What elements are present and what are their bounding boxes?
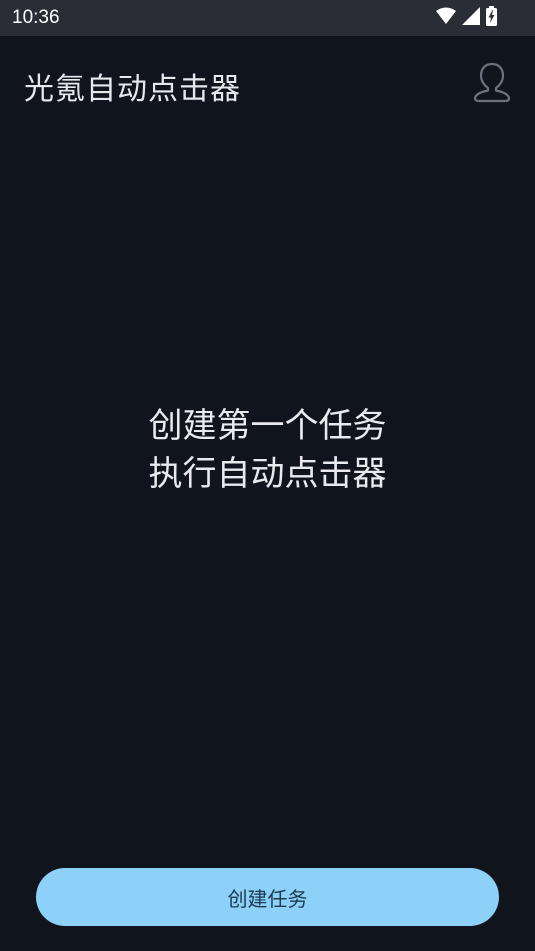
app-bar: 光氪自动点击器 <box>0 36 535 132</box>
empty-state-line-2: 执行自动点击器 <box>148 454 387 494</box>
empty-state-message: 创建第一个任务 执行自动点击器 <box>0 402 535 498</box>
profile-button[interactable] <box>469 58 515 110</box>
status-time: 10:36 <box>12 7 60 28</box>
create-task-button[interactable]: 创建任务 <box>36 868 499 926</box>
signal-icon <box>462 7 480 29</box>
app-screen: 10:36 光氪自动点击器 创建第一个任务 执行自动点击器 创建任务 <box>0 0 535 951</box>
wifi-icon <box>436 7 456 29</box>
app-title: 光氪自动点击器 <box>24 72 241 107</box>
battery-charging-icon <box>486 6 497 30</box>
user-profile-icon <box>472 61 512 107</box>
status-icons <box>436 6 497 30</box>
status-bar: 10:36 <box>0 0 535 36</box>
empty-state-line-1: 创建第一个任务 <box>148 406 387 446</box>
